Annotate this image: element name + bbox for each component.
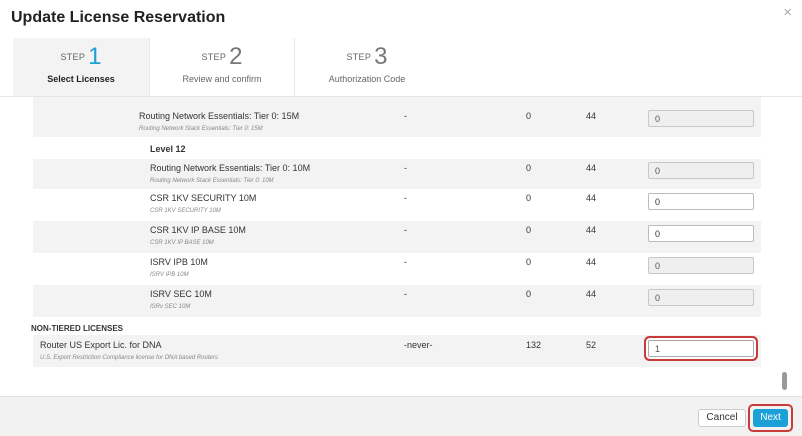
- quantity-input[interactable]: [648, 340, 754, 357]
- license-row: Routing Network Essentials: Tier 0: 15M …: [33, 97, 761, 137]
- vertical-scrollbar[interactable]: [780, 96, 789, 396]
- section-header: NON-TIERED LICENSES: [31, 317, 759, 335]
- expiry-date: -: [404, 193, 407, 203]
- available-count: 44: [586, 225, 597, 235]
- step-word: STEP: [60, 52, 86, 62]
- close-icon[interactable]: ×: [783, 4, 792, 21]
- step-number: 1: [88, 43, 102, 70]
- step-label: Authorization Code: [328, 74, 406, 84]
- available-count: 44: [586, 289, 597, 299]
- in-use-count: 0: [526, 289, 532, 299]
- license-description: ISRv SEC 10M: [150, 304, 191, 310]
- in-use-count: 0: [526, 163, 532, 173]
- available-count: 52: [586, 340, 597, 350]
- license-name: ISRV IPB 10M: [150, 257, 208, 267]
- quantity-input[interactable]: [648, 193, 754, 210]
- license-name: CSR 1KV SECURITY 10M: [150, 193, 257, 203]
- quantity-input[interactable]: [648, 110, 754, 127]
- next-button[interactable]: Next: [753, 409, 788, 427]
- expiry-date: -: [404, 257, 407, 267]
- quantity-input[interactable]: [648, 257, 754, 274]
- in-use-count: 0: [526, 193, 532, 203]
- available-count: 44: [586, 163, 597, 173]
- license-name: CSR 1KV IP BASE 10M: [150, 225, 246, 235]
- in-use-count: 132: [526, 340, 542, 350]
- available-count: 44: [586, 193, 597, 203]
- license-row: ISRV SEC 10M ISRv SEC 10M - 0 44: [33, 285, 761, 317]
- expiry-date: -: [404, 163, 407, 173]
- license-row: ISRV IPB 10M ISRV IPB 10M - 0 44: [33, 253, 761, 285]
- step-number: 3: [374, 43, 388, 70]
- license-description: Routing Network Stack Essentials: Tier 0…: [150, 178, 274, 184]
- license-name: Routing Network Essentials: Tier 0: 15M: [139, 111, 300, 121]
- available-count: 44: [586, 257, 597, 267]
- step-1[interactable]: STEP 1 Select Licenses: [13, 38, 149, 96]
- license-name: Router US Export Lic. for DNA: [40, 340, 162, 350]
- wizard-steps: STEP 1 Select Licenses STEP 2 Review and c…: [13, 38, 439, 96]
- modal-title: Update License Reservation: [11, 9, 226, 26]
- license-description: CSR 1KV SECURITY 10M: [150, 208, 221, 214]
- step-2[interactable]: STEP 2 Review and confirm: [149, 38, 294, 96]
- expiry-date: -: [404, 225, 407, 235]
- modal-footer: Cancel Next: [0, 396, 802, 436]
- level-label: Level 12: [150, 144, 186, 154]
- section-label: NON-TIERED LICENSES: [31, 324, 124, 333]
- quantity-input[interactable]: [648, 289, 754, 306]
- step-word: STEP: [346, 52, 372, 62]
- cancel-button[interactable]: Cancel: [698, 409, 746, 427]
- scroll-thumb[interactable]: [782, 372, 787, 390]
- expiry-date: -: [404, 289, 407, 299]
- license-row: Routing Network Essentials: Tier 0: 10M …: [33, 159, 761, 189]
- license-row: CSR 1KV IP BASE 10M CSR 1KV IP BASE 10M …: [33, 221, 761, 253]
- expiry-date: -: [404, 111, 407, 121]
- expiry-date: -never-: [404, 340, 433, 350]
- license-description: ISRV IPB 10M: [150, 272, 189, 278]
- license-name: Routing Network Essentials: Tier 0: 10M: [150, 163, 311, 173]
- license-table: Routing Network Essentials: Tier 0: 15M …: [0, 96, 802, 396]
- next-button-highlight: Next: [748, 404, 793, 432]
- license-row: Router US Export Lic. for DNA U.S. Expor…: [33, 335, 761, 367]
- available-count: 44: [586, 111, 597, 121]
- license-description: CSR 1KV IP BASE 10M: [150, 240, 214, 246]
- license-description: U.S. Export Restriction Compliance licen…: [40, 355, 218, 361]
- in-use-count: 0: [526, 257, 532, 267]
- step-label: Select Licenses: [47, 74, 115, 84]
- quantity-input[interactable]: [648, 225, 754, 242]
- step-number: 2: [229, 43, 243, 70]
- step-word: STEP: [201, 52, 227, 62]
- in-use-count: 0: [526, 225, 532, 235]
- level-header: Level 12: [33, 137, 761, 159]
- in-use-count: 0: [526, 111, 532, 121]
- license-row: CSR 1KV SECURITY 10M CSR 1KV SECURITY 10…: [33, 189, 761, 221]
- license-name: ISRV SEC 10M: [150, 289, 212, 299]
- step-label: Review and confirm: [182, 74, 262, 84]
- license-description: Routing Network Stack Essentials: Tier 0…: [139, 126, 263, 132]
- quantity-input[interactable]: [648, 162, 754, 179]
- step-3[interactable]: STEP 3 Authorization Code: [294, 38, 439, 96]
